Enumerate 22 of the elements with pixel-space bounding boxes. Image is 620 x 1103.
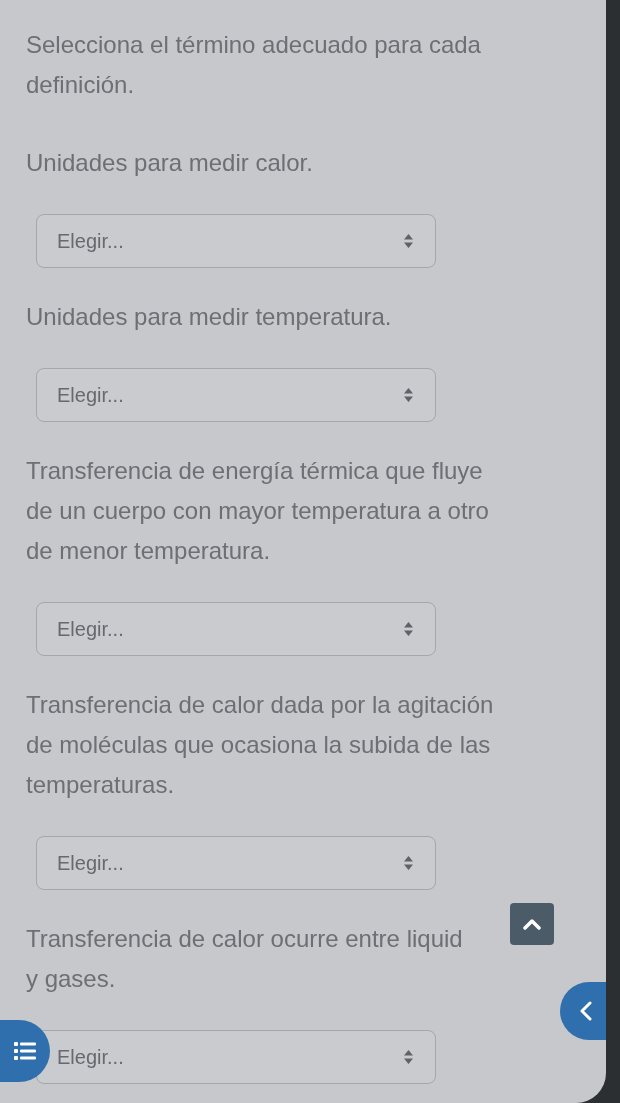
list-icon — [14, 1041, 36, 1061]
answer-select[interactable]: Elegir... — [36, 368, 436, 422]
up-down-arrows-icon — [404, 856, 413, 870]
question-text: Unidades para medir calor. — [26, 148, 314, 178]
up-down-arrows-icon — [404, 388, 413, 402]
answer-select[interactable]: Elegir... — [36, 602, 436, 656]
question-text: Transferencia de calor ocurre entre liquid y gases. — [26, 924, 464, 994]
back-button[interactable] — [560, 982, 606, 1040]
answer-select[interactable]: Elegir... — [36, 214, 436, 268]
up-down-arrows-icon — [404, 622, 413, 636]
answer-select[interactable]: Elegir... — [36, 836, 436, 890]
index-menu-button[interactable] — [0, 1020, 50, 1082]
up-down-arrows-icon — [404, 234, 413, 248]
chevron-left-icon — [580, 1001, 592, 1021]
question-text: Transferencia de energía térmica que fluye de un cuerpo con mayor temperatura a otro de menor temperatura. — [26, 456, 490, 566]
answer-select[interactable]: Elegir... — [36, 1030, 436, 1084]
caret-up-icon — [523, 918, 541, 930]
instructions-text: Selecciona el término adecuado para cada definición. — [26, 30, 482, 100]
up-down-arrows-icon — [404, 1050, 413, 1064]
question-text: Transferencia de calor dada por la agitación de moléculas que ocasiona la subida de las temperaturas. — [26, 690, 495, 800]
scroll-to-top-button[interactable] — [510, 903, 554, 945]
question-text: Unidades para medir temperatura. — [26, 302, 393, 332]
